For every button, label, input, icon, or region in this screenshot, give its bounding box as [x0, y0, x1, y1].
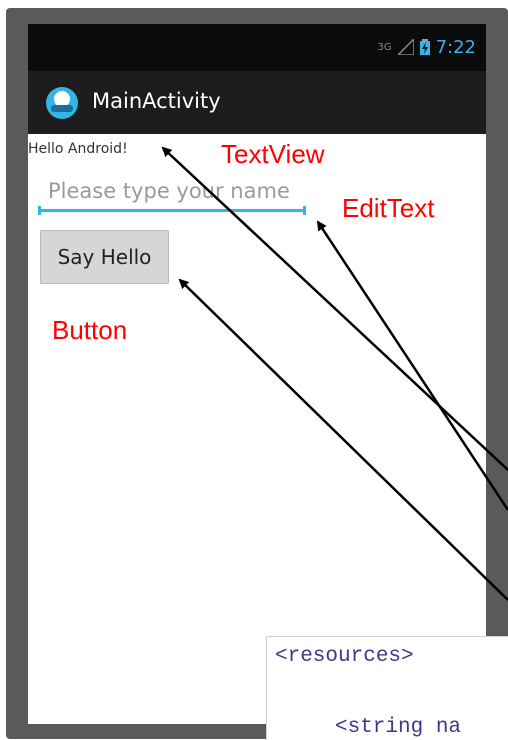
code-snippet-panel: <resources> <string na — [266, 636, 508, 740]
phone-frame: 3G 7:22 MainActivity Hello Android! Plea… — [6, 8, 508, 739]
battery-icon — [419, 39, 430, 55]
status-indicators: 3G 7:22 — [377, 36, 476, 58]
edittext-annotation: EditText — [342, 193, 435, 223]
say-hello-button[interactable]: Say Hello — [40, 230, 169, 284]
action-bar: MainActivity — [28, 71, 486, 134]
edittext-left-tick — [38, 206, 41, 215]
app-title: MainActivity — [92, 89, 221, 113]
clock: 7:22 — [435, 36, 476, 58]
name-edittext[interactable] — [38, 172, 306, 212]
code-line: <string na — [335, 716, 462, 739]
signal-icon — [397, 39, 414, 55]
app-icon[interactable] — [45, 86, 79, 120]
network-type: 3G — [377, 41, 392, 53]
status-bar: 3G 7:22 — [28, 24, 486, 71]
hello-textview: Hello Android! — [28, 141, 128, 157]
edittext-right-tick — [303, 206, 306, 215]
button-annotation: Button — [52, 315, 128, 345]
code-line: <resources> — [275, 645, 414, 668]
device-screen: 3G 7:22 MainActivity Hello Android! Plea… — [28, 24, 486, 724]
textview-annotation: TextView — [221, 139, 325, 169]
